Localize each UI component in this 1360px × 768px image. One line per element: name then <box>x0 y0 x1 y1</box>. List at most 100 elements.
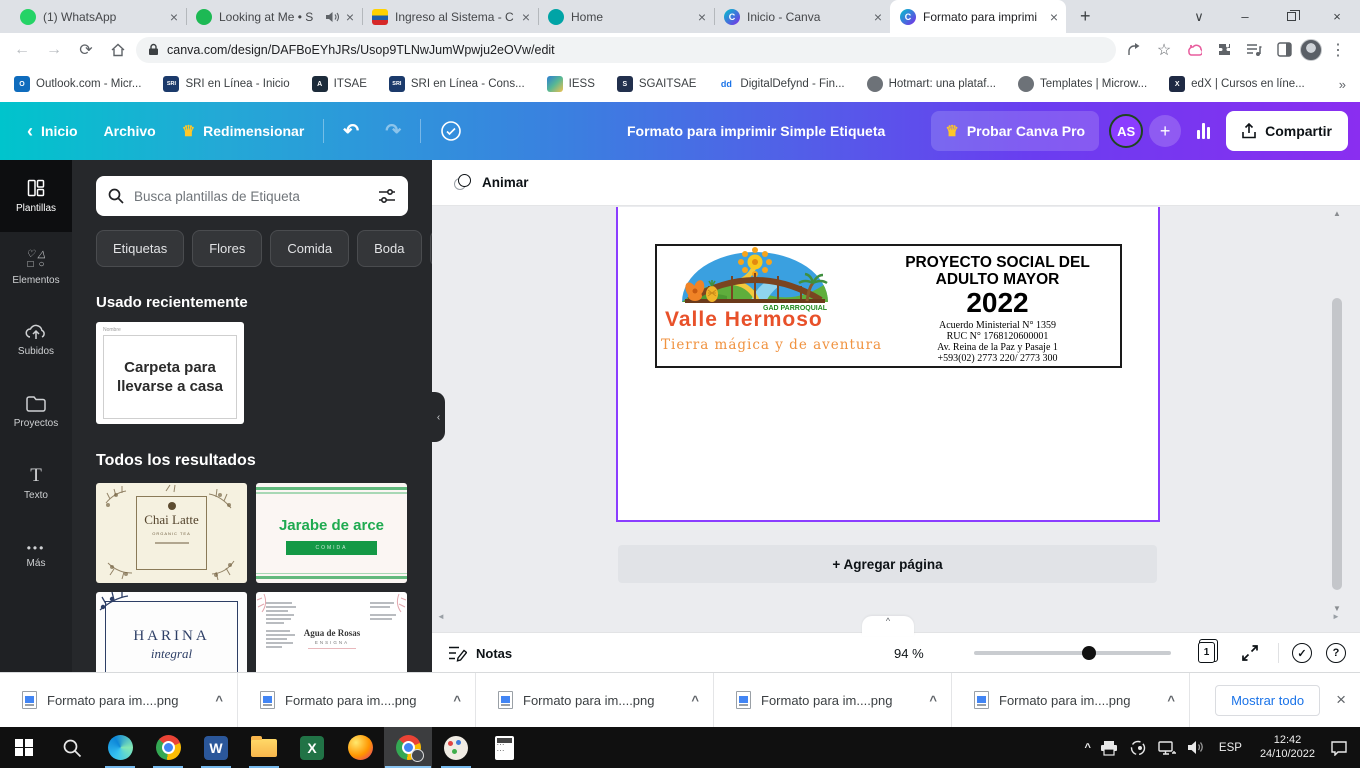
insights-chart-icon[interactable] <box>1191 123 1216 139</box>
redo-button[interactable]: ↷ <box>372 120 414 143</box>
add-member-button[interactable]: + <box>1149 115 1181 147</box>
filter-icon[interactable] <box>378 189 396 203</box>
fullscreen-button[interactable] <box>1240 643 1260 663</box>
taskbar-word[interactable]: W <box>192 727 240 768</box>
download-menu-caret-icon[interactable]: ^ <box>691 693 699 708</box>
template-search-box[interactable] <box>96 176 408 216</box>
tab-formato-imprimir-active[interactable]: C Formato para imprimi × <box>890 0 1066 33</box>
user-avatar[interactable]: AS <box>1109 114 1143 148</box>
scroll-up-icon[interactable]: ▲ <box>1330 209 1344 218</box>
download-menu-caret-icon[interactable]: ^ <box>453 693 461 708</box>
sidebar-item-subidos[interactable]: Subidos <box>0 304 72 376</box>
sidebar-item-proyectos[interactable]: Proyectos <box>0 376 72 448</box>
taskbar-firefox[interactable] <box>336 727 384 768</box>
taskbar-paint[interactable] <box>432 727 480 768</box>
close-icon[interactable]: × <box>698 9 706 25</box>
download-item[interactable]: Formato para im....png ^ <box>714 673 952 727</box>
back-icon[interactable]: ← <box>8 36 36 64</box>
add-page-button[interactable]: + Agregar página <box>618 545 1157 583</box>
sidebar-item-mas[interactable]: ••• Más <box>0 520 72 592</box>
browser-profile-avatar[interactable] <box>1300 39 1322 61</box>
vertical-scrollbar[interactable]: ▲ ▼ <box>1330 207 1344 615</box>
bottom-panel-expand-handle[interactable]: ^ <box>862 616 914 636</box>
address-bar[interactable]: canva.com/design/DAFBoEYhJRs/Usop9TLNwJu… <box>136 37 1116 63</box>
bookmark-sgaitsae[interactable]: SSGAITSAE <box>617 76 697 92</box>
recent-template-card[interactable]: Nombre Carpeta para llevarse a casa <box>96 322 244 424</box>
sidebar-item-texto[interactable]: T Texto <box>0 448 72 520</box>
reading-sidebar-icon[interactable] <box>1270 36 1298 64</box>
panel-collapse-button[interactable]: ‹ <box>432 392 445 442</box>
show-all-downloads-button[interactable]: Mostrar todo <box>1215 685 1320 716</box>
sidebar-item-plantillas[interactable]: Plantillas <box>0 160 72 232</box>
scroll-right-icon[interactable]: ► <box>1332 612 1340 621</box>
design-page[interactable]: Valle Hermoso GAD PARROQUIAL Tierra mági… <box>616 207 1160 522</box>
download-item[interactable]: Formato para im....png ^ <box>238 673 476 727</box>
template-thumb-harina-integral[interactable]: HARINA integral <box>96 592 247 672</box>
zoom-slider[interactable] <box>974 651 1171 655</box>
extension-pink-icon[interactable] <box>1180 36 1208 64</box>
close-icon[interactable]: × <box>522 9 530 25</box>
chip-boda[interactable]: Boda <box>357 230 421 267</box>
file-menu-button[interactable]: Archivo <box>91 123 169 139</box>
close-downloads-bar-icon[interactable]: × <box>1336 690 1346 710</box>
network-icon[interactable] <box>1156 737 1178 759</box>
start-button[interactable] <box>0 727 48 768</box>
resolved-check-button[interactable]: ✓ <box>1292 643 1312 663</box>
extensions-puzzle-icon[interactable] <box>1210 36 1238 64</box>
action-center-icon[interactable] <box>1328 737 1350 759</box>
bookmark-star-icon[interactable]: ☆ <box>1150 36 1178 64</box>
bookmarks-overflow-icon[interactable]: » <box>1339 77 1346 92</box>
bookmark-hotmart[interactable]: Hotmart: una plataf... <box>867 76 996 92</box>
bookmark-edx[interactable]: XedX | Cursos en líne... <box>1169 76 1305 92</box>
bookmark-templates[interactable]: Templates | Microw... <box>1018 76 1147 92</box>
sidebar-item-elementos[interactable]: ♡△□○ Elementos <box>0 232 72 304</box>
download-item[interactable]: Formato para im....png ^ <box>952 673 1190 727</box>
taskbar-excel[interactable]: X <box>288 727 336 768</box>
taskbar-chrome[interactable] <box>144 727 192 768</box>
try-canva-pro-button[interactable]: ♛ Probar Canva Pro <box>931 111 1099 151</box>
share-button[interactable]: Compartir <box>1226 111 1348 151</box>
download-menu-caret-icon[interactable]: ^ <box>929 693 937 708</box>
taskbar-calculator[interactable] <box>480 727 528 768</box>
scrollbar-thumb[interactable] <box>1332 298 1342 590</box>
etiqueta-label-design[interactable]: Valle Hermoso GAD PARROQUIAL Tierra mági… <box>655 244 1122 368</box>
printer-icon[interactable] <box>1098 737 1120 759</box>
bookmark-sri-consultas[interactable]: SRISRI en Línea - Cons... <box>389 76 525 92</box>
chip-comida[interactable]: Comida <box>270 230 349 267</box>
resize-button[interactable]: ♛ Redimensionar <box>169 122 318 140</box>
tab-inicio-canva[interactable]: C Inicio - Canva × <box>714 0 890 33</box>
help-button[interactable]: ? <box>1326 643 1346 663</box>
close-icon[interactable]: × <box>346 9 354 25</box>
home-icon[interactable] <box>104 36 132 64</box>
notes-button[interactable]: Notas <box>448 633 512 673</box>
reload-icon[interactable]: ⟳ <box>72 36 100 64</box>
taskbar-explorer[interactable] <box>240 727 288 768</box>
download-menu-caret-icon[interactable]: ^ <box>1167 693 1175 708</box>
tab-whatsapp[interactable]: (1) WhatsApp × <box>10 0 186 33</box>
undo-button[interactable]: ↶ <box>330 120 372 143</box>
download-menu-caret-icon[interactable]: ^ <box>215 693 223 708</box>
search-input[interactable] <box>134 189 368 204</box>
tray-app-icon[interactable] <box>1127 737 1149 759</box>
download-item[interactable]: Formato para im....png ^ <box>0 673 238 727</box>
animate-button[interactable]: Animar <box>454 174 529 192</box>
zoom-slider-knob[interactable] <box>1082 646 1096 660</box>
bookmark-itsae[interactable]: AITSAE <box>312 76 367 92</box>
scroll-left-icon[interactable]: ◄ <box>437 612 445 621</box>
restore-button[interactable] <box>1268 0 1314 33</box>
bookmark-outlook[interactable]: OOutlook.com - Micr... <box>14 76 141 92</box>
chip-flores[interactable]: Flores <box>192 230 262 267</box>
hidden-icons-chevron[interactable]: ^ <box>1084 742 1090 754</box>
music-queue-icon[interactable] <box>1240 36 1268 64</box>
close-icon[interactable]: × <box>874 9 882 25</box>
speaker-icon[interactable] <box>325 11 339 23</box>
template-thumb-agua-de-rosas[interactable]: Agua de Rosas ENSIGNA <box>256 592 407 672</box>
browser-menu-kebab-icon[interactable]: ⋮ <box>1324 36 1352 64</box>
share-page-icon[interactable] <box>1120 36 1148 64</box>
document-title[interactable]: Formato para imprimir Simple Etiqueta <box>627 123 885 139</box>
bookmark-digitaldefynd[interactable]: ddDigitalDefynd - Fin... <box>718 76 844 92</box>
page-counter[interactable]: 1 <box>1198 642 1215 663</box>
taskbar-chrome-active[interactable] <box>384 727 432 768</box>
tab-spotify[interactable]: Looking at Me • S × <box>186 0 362 33</box>
back-to-home-button[interactable]: ‹ Inicio <box>14 121 91 142</box>
